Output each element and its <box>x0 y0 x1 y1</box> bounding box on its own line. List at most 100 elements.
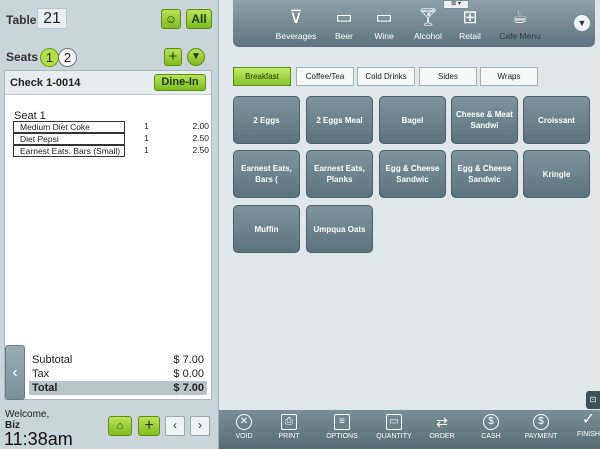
action-label: ORDER <box>429 433 455 440</box>
item-price: 2.50 <box>192 145 209 155</box>
payment-button[interactable]: $ PAYMENT <box>516 412 566 440</box>
dine-in-button[interactable]: Dine-In <box>154 74 206 91</box>
finish-label: FINISH <box>577 431 600 438</box>
table-label: Table <box>6 13 37 27</box>
product-button[interactable]: 2 Eggs <box>233 96 300 144</box>
people-icon: ☺ <box>164 12 178 26</box>
check-header: Check 1-0014 Dine-In <box>5 71 211 95</box>
tab-coffee-tea[interactable]: Coffee/Tea <box>296 67 354 86</box>
item-name: Earnest Eats. Bars (Small) <box>13 145 125 157</box>
item-price: 2.50 <box>192 133 209 143</box>
category-label: Beverages <box>275 31 317 41</box>
tab-breakfast[interactable]: Breakfast <box>233 67 291 86</box>
action-bar: ✕ VOID ⎙ PRINT ≡ OPTIONS ▭ QUANTITY ⇄ OR… <box>219 410 600 449</box>
welcome-text: Welcome, <box>5 409 50 420</box>
category-cafe-menu[interactable]: ☕︎ Cafe Menu <box>495 4 545 41</box>
category-label: Retail <box>459 31 481 41</box>
product-button[interactable]: Muffin <box>233 205 300 253</box>
tab-sides[interactable]: Sides <box>419 67 477 86</box>
side-panel-handle[interactable]: ⊡ <box>586 391 600 409</box>
coffee-cup-icon: ☕︎ <box>511 7 529 27</box>
dollar-icon: $ <box>533 414 549 430</box>
order-button[interactable]: ⇄ ORDER <box>417 412 467 440</box>
product-button[interactable]: Bagel <box>379 96 446 144</box>
quantity-icon: ▭ <box>386 414 402 430</box>
check-panel: Check 1-0014 Dine-In Seat 1 Medium Diet … <box>4 70 212 400</box>
chevron-down-icon: ▼ <box>577 18 587 28</box>
table-number[interactable]: 21 <box>37 8 67 29</box>
grip-icon: ⊡ <box>589 395 597 404</box>
category-retail[interactable]: ⊞ Retail <box>445 4 495 41</box>
tax-row: Tax $ 0.00 <box>29 367 207 381</box>
product-button[interactable]: Egg & Cheese Sandwic <box>451 150 518 198</box>
tab-cold-drinks[interactable]: Cold Drinks <box>357 67 415 86</box>
product-button[interactable]: Earnest Eats, Planks <box>306 150 373 198</box>
cash-button[interactable]: $ CASH <box>466 412 516 440</box>
print-button[interactable]: ⎙ PRINT <box>264 412 314 440</box>
item-qty: 1 <box>144 133 149 143</box>
category-wine[interactable]: ▭ Wine <box>359 4 409 41</box>
product-button[interactable]: Earnest Eats, Bars ( <box>233 150 300 198</box>
serve-button[interactable]: ⌂ <box>108 416 132 436</box>
quantity-button[interactable]: ▭ QUANTITY <box>369 412 419 440</box>
tab-wraps[interactable]: Wraps <box>480 67 538 86</box>
check-item-row[interactable]: Medium Diet Coke 1 2.00 <box>13 121 213 133</box>
cloche-icon: ⌂ <box>116 420 124 432</box>
previous-button[interactable]: ‹ <box>165 416 185 436</box>
category-beverages[interactable]: ⊽ Beverages <box>271 4 321 41</box>
seat-2-button[interactable]: 2 <box>58 48 77 67</box>
product-button[interactable]: Cheese & Meat Sandwi <box>451 96 518 144</box>
total-label: Total <box>32 382 58 394</box>
action-label: QUANTITY <box>376 433 412 440</box>
next-button[interactable]: › <box>190 416 210 436</box>
tax-label: Tax <box>32 368 50 380</box>
action-label: VOID <box>235 433 253 440</box>
seat-1-button[interactable]: 1 <box>40 48 59 67</box>
chevron-left-icon: ‹ <box>12 364 18 381</box>
chevron-down-icon: ▼ <box>191 51 201 62</box>
printer-icon: ⎙ <box>281 414 297 430</box>
subtotal-value: $ 7.00 <box>173 354 204 366</box>
check-items: Medium Diet Coke 1 2.00 Diet Pepsi 1 2.5… <box>13 121 213 157</box>
glass-icon: ⊽ <box>289 7 303 27</box>
action-label: PRINT <box>278 433 300 440</box>
category-bar: ⊽ Beverages ▭ Beer ▭ Wine 🍸︎ Alcohol ⊞ R… <box>233 0 595 47</box>
item-qty: 1 <box>144 121 149 131</box>
category-dropdown-button[interactable]: ▼ <box>573 14 591 32</box>
finish-button[interactable]: ✓ FINISH <box>577 411 600 439</box>
category-label: Cafe Menu <box>499 31 541 41</box>
product-button[interactable]: 2 Eggs Meal <box>306 96 373 144</box>
action-label: OPTIONS <box>326 433 358 440</box>
window-controls[interactable]: ⊠ ▾ <box>443 0 469 9</box>
checkmark-icon: ✓ <box>581 411 596 428</box>
clock: 11:38am <box>4 429 73 449</box>
all-seats-button[interactable]: All <box>186 9 212 29</box>
chevron-left-icon: ‹ <box>173 418 177 432</box>
product-button[interactable]: Egg & Cheese Sandwic <box>379 150 446 198</box>
guests-button[interactable]: ☺ <box>161 9 181 29</box>
check-item-row[interactable]: Earnest Eats. Bars (Small) 1 2.50 <box>13 145 213 157</box>
action-label: PAYMENT <box>524 433 558 440</box>
clipboard-icon: ≡ <box>334 414 350 430</box>
product-button[interactable]: Kringle <box>523 150 590 198</box>
check-item-row[interactable]: Diet Pepsi 1 2.50 <box>13 133 213 145</box>
item-name: Medium Diet Coke <box>13 121 125 133</box>
category-label: Wine <box>374 31 394 41</box>
void-button[interactable]: ✕ VOID <box>219 412 269 440</box>
collapse-panel-button[interactable]: ‹ <box>5 345 25 400</box>
tax-value: $ 0.00 <box>173 368 204 380</box>
item-name: Diet Pepsi <box>13 133 125 145</box>
dollar-icon: $ <box>483 414 499 430</box>
options-button[interactable]: ≡ OPTIONS <box>317 412 367 440</box>
add-seat-button[interactable]: + <box>164 48 182 66</box>
seat-dropdown-button[interactable]: ▼ <box>187 48 205 66</box>
check-title: Check 1-0014 <box>10 77 81 89</box>
product-button[interactable]: Umpqua Oats <box>306 205 373 253</box>
add-item-button[interactable]: + <box>138 416 160 436</box>
item-qty: 1 <box>144 145 149 155</box>
totals: Subtotal $ 7.00 Tax $ 0.00 Total $ 7.00 <box>29 353 207 395</box>
product-button[interactable]: Croissant <box>523 96 590 144</box>
seats-label: Seats <box>6 50 39 64</box>
order-arrows-icon: ⇄ <box>436 414 448 430</box>
subtotal-label: Subtotal <box>32 354 73 366</box>
